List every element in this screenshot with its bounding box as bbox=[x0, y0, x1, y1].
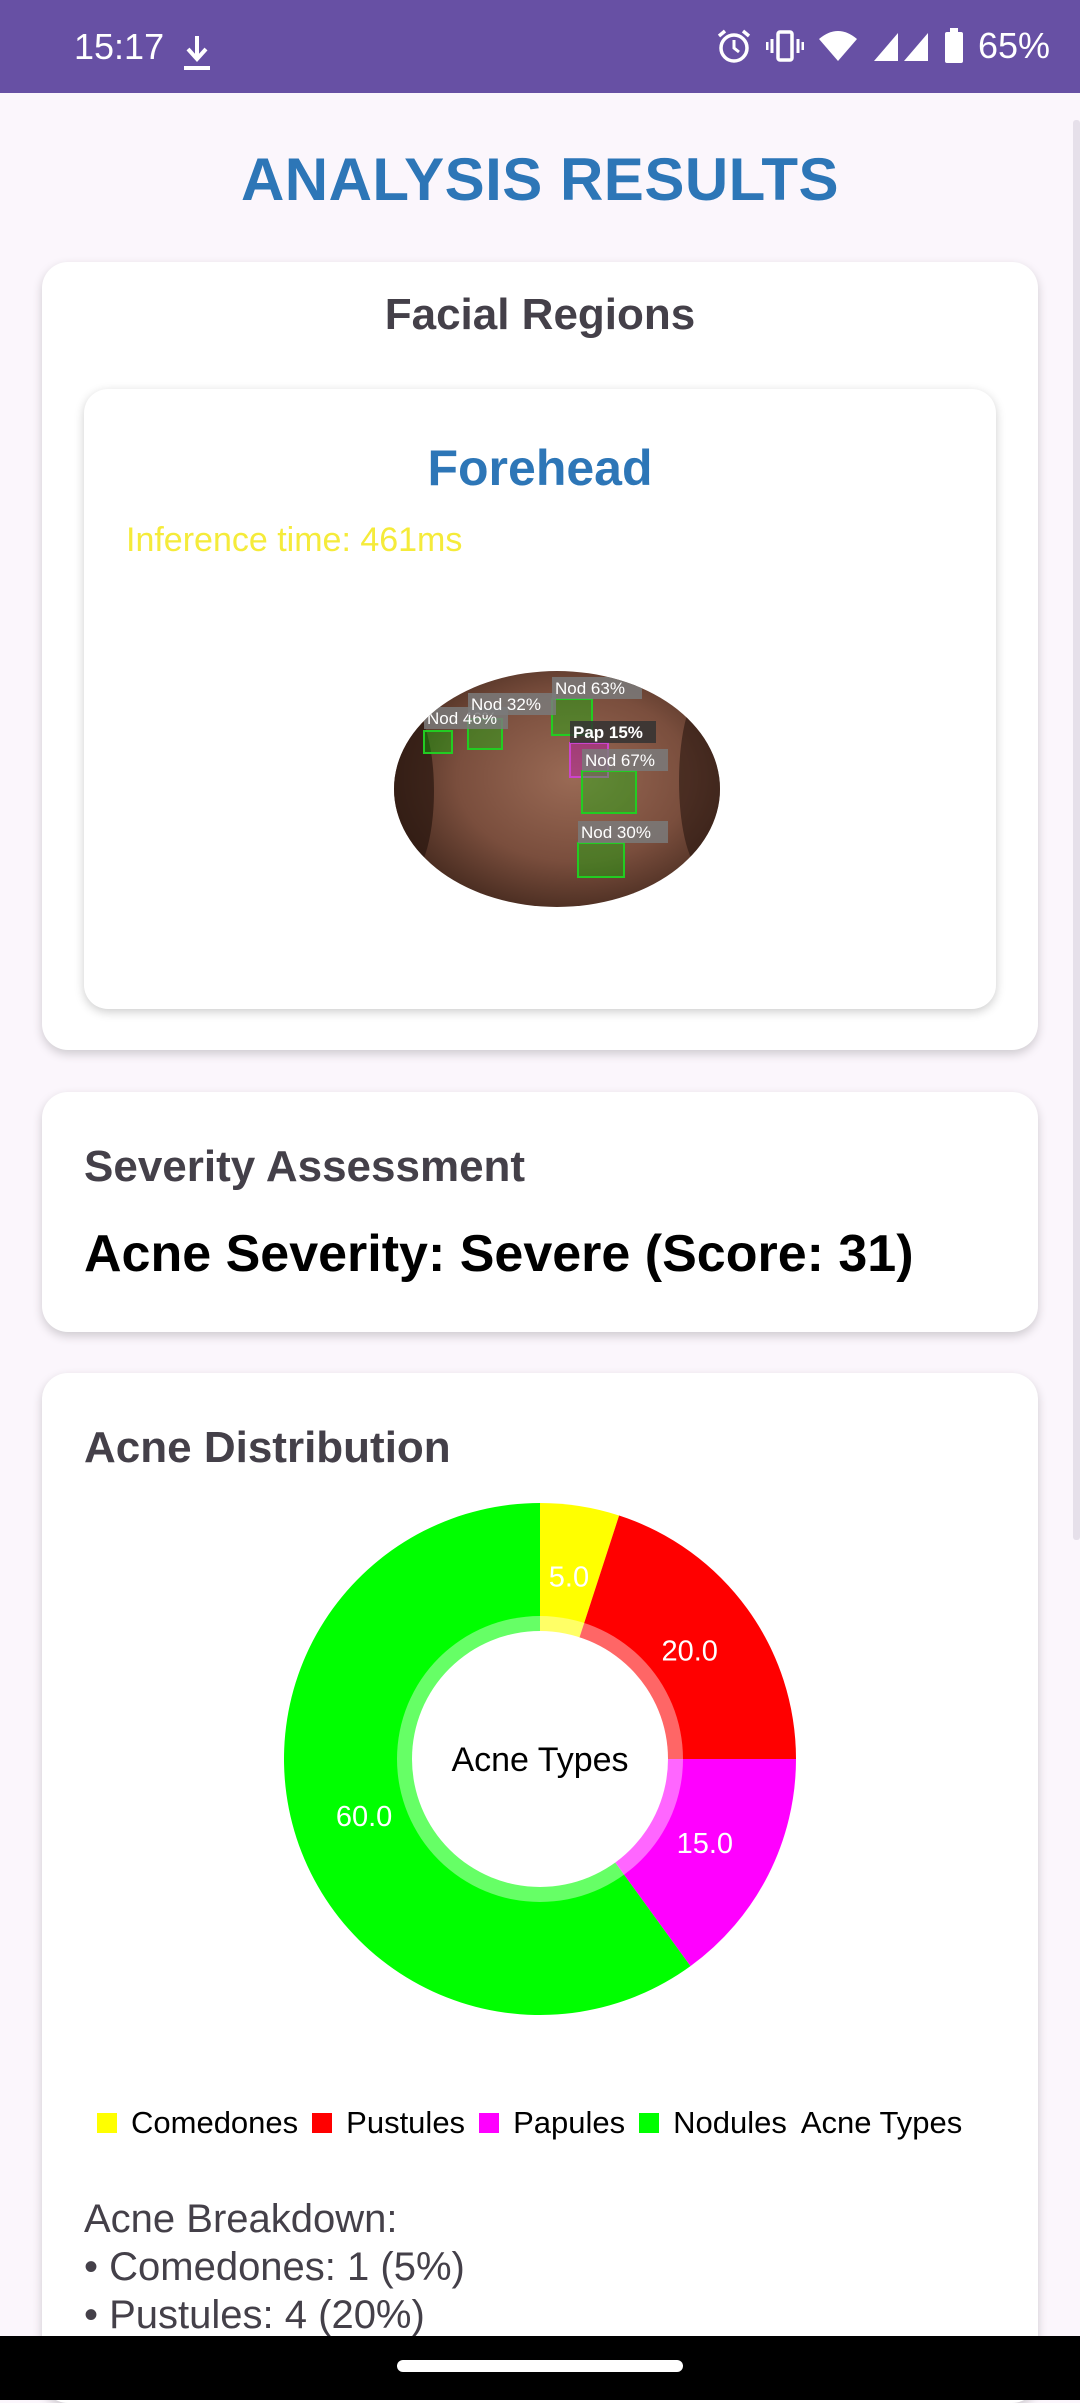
chart-legend: Comedones Pustules Papules Nodules Acne … bbox=[97, 2105, 962, 2141]
acne-breakdown: Acne Breakdown: • Comedones: 1 (5%) • Pu… bbox=[84, 2195, 465, 2339]
legend-item[interactable]: Nodules bbox=[639, 2105, 787, 2141]
legend-dataset-label: Acne Types bbox=[800, 2105, 963, 2140]
breakdown-title: Acne Breakdown: bbox=[84, 2197, 398, 2241]
signal-icon bbox=[873, 33, 928, 61]
status-time: 15:17 bbox=[74, 26, 165, 67]
legend-swatch bbox=[97, 2113, 117, 2133]
severity-card: Severity Assessment Acne Severity: Sever… bbox=[42, 1092, 1038, 1332]
slice-value-label: 5.0 bbox=[549, 1561, 589, 1593]
navigation-bar bbox=[0, 2336, 1080, 2400]
legend-swatch bbox=[639, 2113, 660, 2133]
facial-regions-heading: Facial Regions bbox=[384, 290, 696, 339]
inference-time: Inference time: 461ms bbox=[126, 521, 463, 559]
legend-swatch bbox=[479, 2113, 500, 2133]
region-name: Forehead bbox=[427, 440, 653, 496]
status-bar: 15:17 65% bbox=[0, 0, 1080, 93]
page-title: ANALYSIS RESULTS bbox=[240, 146, 840, 213]
slice-value-label: 15.0 bbox=[677, 1828, 733, 1860]
status-icons: 65% bbox=[716, 22, 1050, 70]
detection-label: Nod 32% bbox=[471, 695, 541, 714]
detection-label: Nod 63% bbox=[555, 679, 625, 698]
acne-donut-chart[interactable]: 5.0 20.0 15.0 60.0 Acne Types bbox=[284, 1503, 796, 2015]
slice-value-label: 20.0 bbox=[661, 1635, 717, 1667]
vibrate-icon bbox=[765, 30, 804, 62]
breakdown-item: • Comedones: 1 (5%) bbox=[84, 2245, 465, 2289]
legend-swatch bbox=[312, 2113, 333, 2133]
severity-heading: Severity Assessment bbox=[84, 1142, 526, 1191]
alarm-icon bbox=[717, 29, 751, 63]
legend-item[interactable]: Comedones bbox=[97, 2105, 298, 2141]
battery-icon bbox=[944, 28, 963, 63]
home-gesture-handle[interactable] bbox=[397, 2360, 683, 2372]
download-icon bbox=[184, 36, 210, 70]
forehead-detection-image: Nod 46% Nod 32% Nod 63% Pap 15% Nod 67% … bbox=[394, 671, 720, 907]
detection-label: Nod 30% bbox=[581, 823, 651, 842]
severity-text: Acne Severity: Severe (Score: 31) bbox=[84, 1225, 914, 1283]
region-card-forehead: Forehead Inference time: 461ms Nod 46% N… bbox=[84, 389, 996, 1009]
breakdown-item: • Pustules: 4 (20%) bbox=[84, 2293, 425, 2337]
distribution-card: Acne Distribution 5.0 20.0 15.0 60.0 Acne T… bbox=[42, 1373, 1038, 2403]
slice-value-label: 60.0 bbox=[336, 1801, 392, 1833]
facial-regions-card: Facial Regions Forehead Inference time: … bbox=[42, 262, 1038, 1050]
legend-label: Papules bbox=[513, 2105, 626, 2140]
legend-item[interactable]: Papules bbox=[479, 2105, 625, 2141]
battery-percent: 65% bbox=[977, 25, 1050, 66]
scrollbar[interactable] bbox=[1073, 120, 1080, 1540]
legend-label: Comedones bbox=[131, 2105, 299, 2140]
detection-label: Nod 67% bbox=[585, 751, 655, 770]
legend-label: Nodules bbox=[673, 2105, 787, 2140]
legend-label: Pustules bbox=[346, 2105, 466, 2140]
legend-item[interactable]: Pustules bbox=[312, 2105, 465, 2141]
distribution-heading: Acne Distribution bbox=[84, 1423, 451, 1472]
detection-label: Pap 15% bbox=[573, 723, 643, 742]
wifi-icon bbox=[818, 31, 857, 61]
donut-center-label: Acne Types bbox=[451, 1741, 628, 1779]
